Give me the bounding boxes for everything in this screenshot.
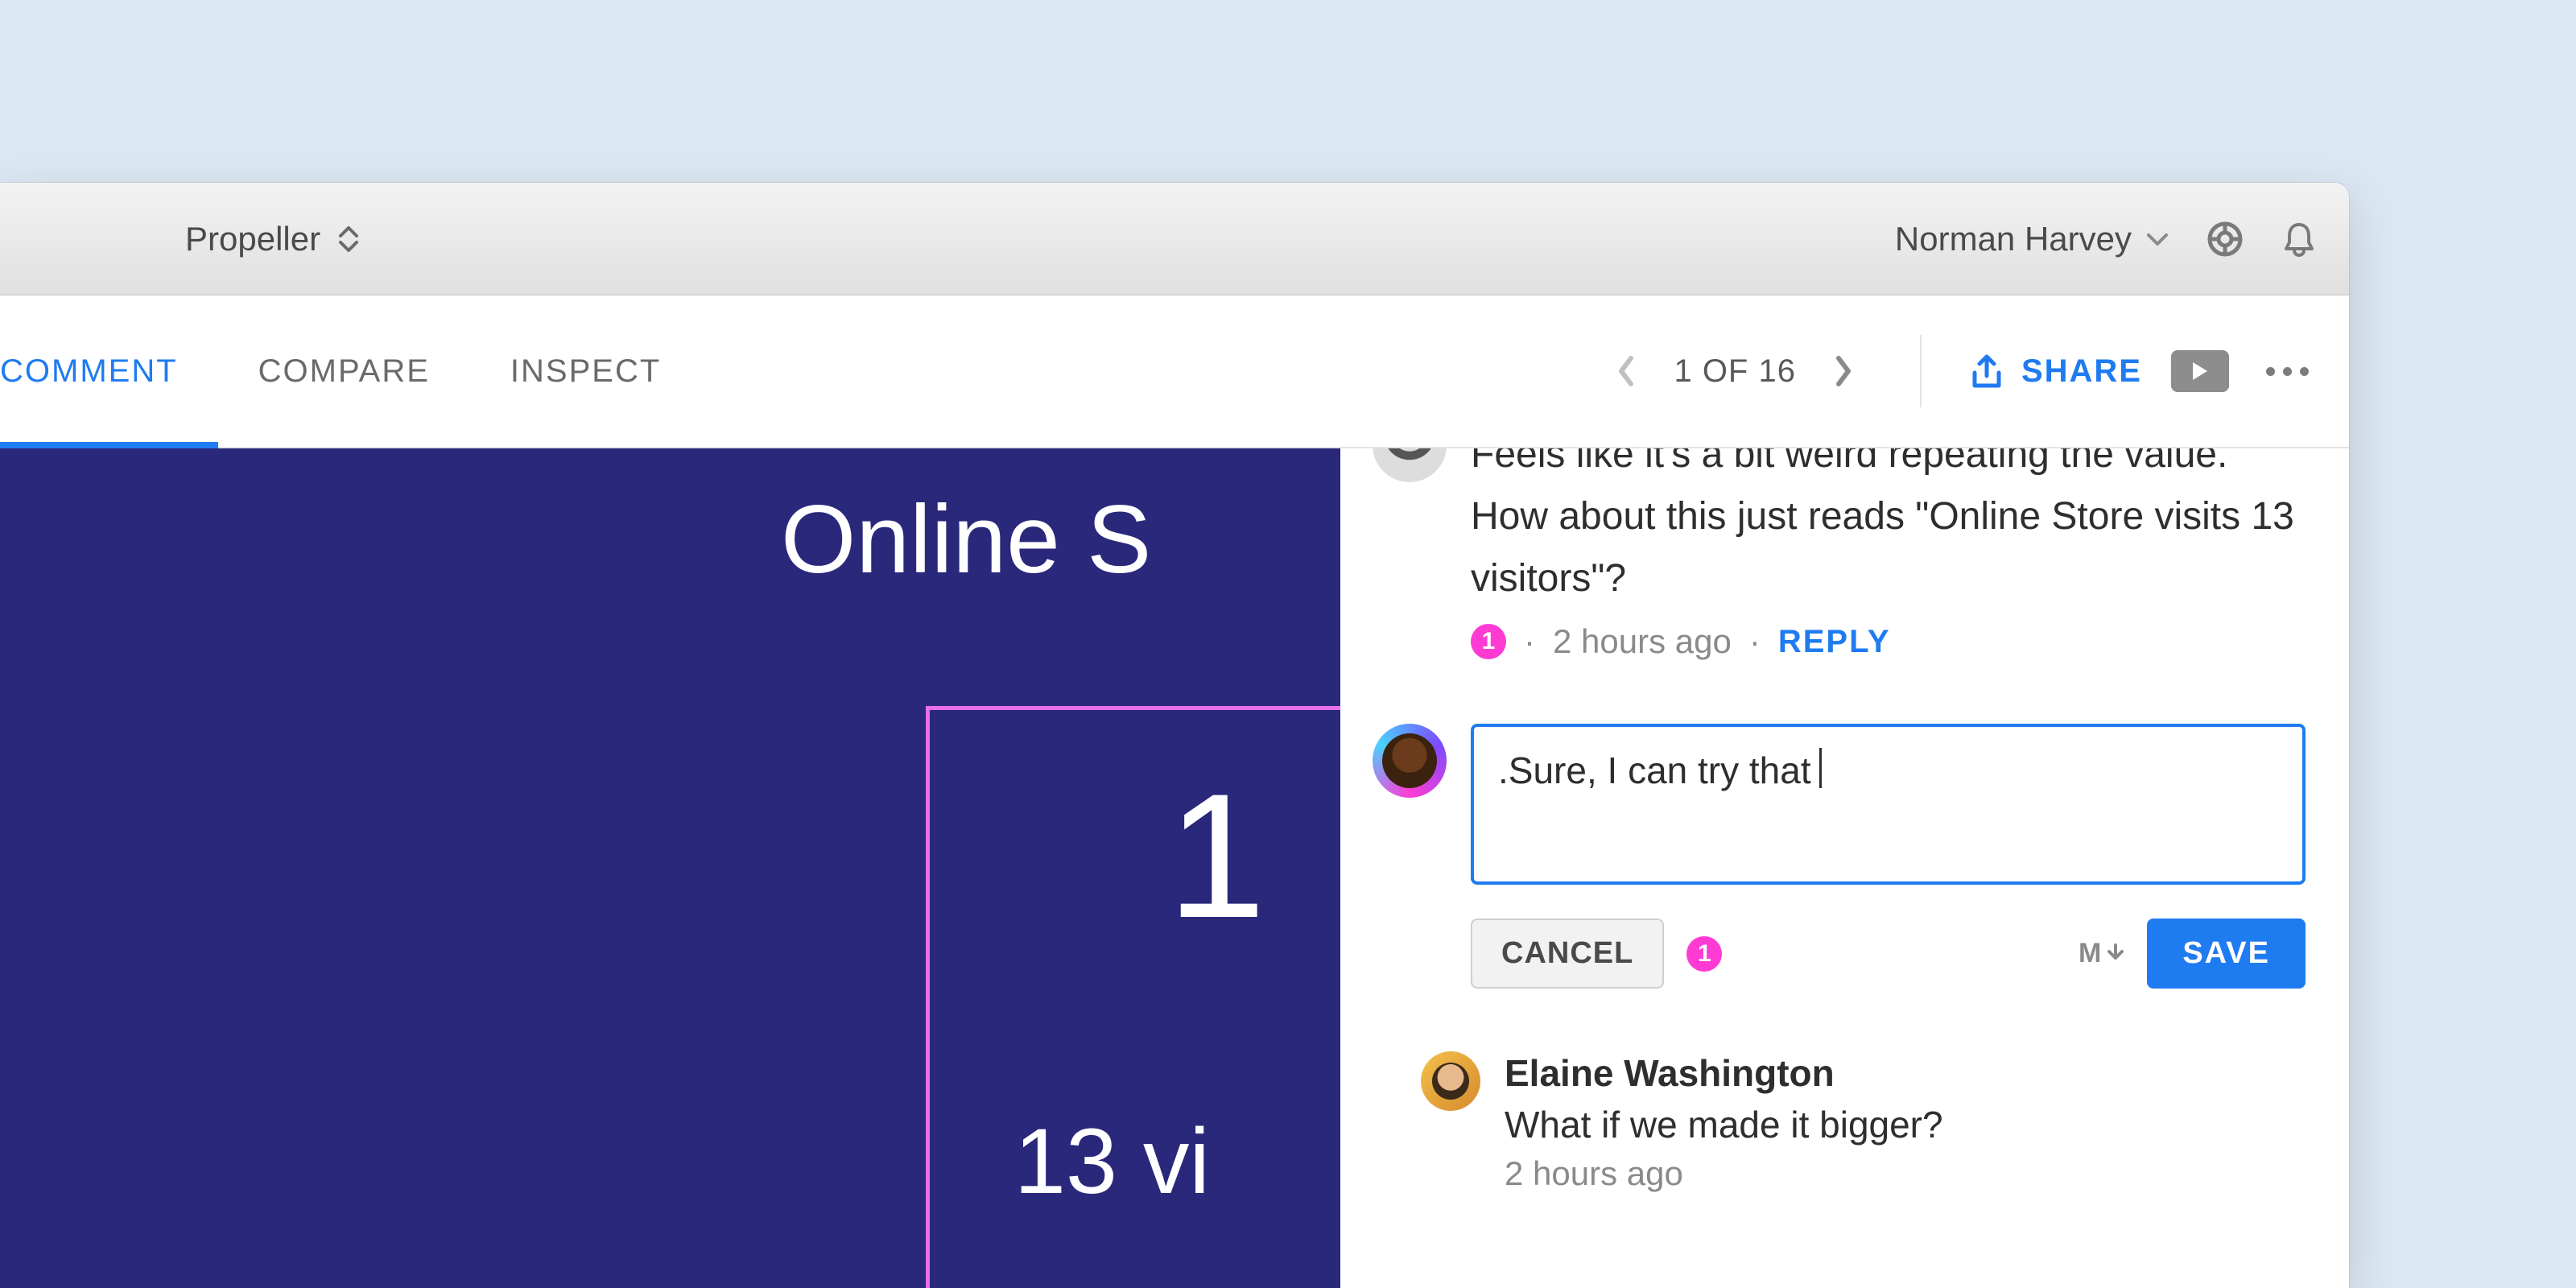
present-button[interactable]	[2171, 350, 2229, 392]
compose-input[interactable]: .Sure, I can try that	[1471, 724, 2306, 885]
tab-inspect-label: INSPECT	[510, 353, 661, 390]
toolbar-right: 1 OF 16 SHARE	[1598, 295, 2349, 447]
pager-text: 1 OF 16	[1674, 353, 1796, 390]
tab-compare[interactable]: COMPARE	[218, 295, 470, 447]
comment-time: 2 hours ago	[1505, 1154, 1943, 1193]
dot-icon	[2300, 367, 2309, 376]
compose-row: .Sure, I can try that	[1373, 724, 2306, 885]
titlebar: Propeller Norman Harvey	[0, 183, 2349, 295]
project-switcher[interactable]: Propeller	[185, 220, 359, 258]
comment-meta: 1 · 2 hours ago · REPLY	[1471, 622, 2306, 661]
share-button[interactable]: SHARE	[1970, 353, 2142, 390]
tabs: COMMENT COMPARE INSPECT	[0, 295, 701, 447]
markdown-label: M	[2079, 938, 2102, 969]
marker-badge[interactable]: 1	[1686, 936, 1722, 972]
dot-icon	[2266, 367, 2275, 376]
tab-comment[interactable]: COMMENT	[0, 295, 218, 447]
save-button[interactable]: SAVE	[2147, 919, 2306, 989]
main-area: Online S 1 13 vi Feels like it's a bit w…	[0, 448, 2349, 1288]
compose-text: .Sure, I can try that	[1498, 749, 1811, 791]
avatar	[1421, 1051, 1480, 1111]
pager-next[interactable]	[1823, 351, 1864, 391]
project-name: Propeller	[185, 220, 320, 258]
reply-link[interactable]: REPLY	[1778, 624, 1891, 660]
more-button[interactable]	[2258, 367, 2317, 376]
meta-separator: ·	[1524, 622, 1535, 661]
comment-time: 2 hours ago	[1553, 622, 1732, 661]
text-cursor	[1819, 748, 1822, 788]
share-label: SHARE	[2021, 353, 2142, 390]
tab-compare-label: COMPARE	[258, 353, 430, 390]
pager: 1 OF 16	[1598, 351, 1872, 391]
canvas-subtext: 13 vi	[1014, 1108, 1210, 1215]
avatar	[1373, 448, 1447, 482]
comment-text: What if we made it bigger?	[1505, 1103, 1943, 1146]
canvas-number: 1	[1167, 754, 1265, 958]
comment-body: Feels like it's a bit weird repeating th…	[1471, 448, 2306, 661]
markdown-icon[interactable]: M	[2079, 938, 2124, 969]
tab-inspect[interactable]: INSPECT	[470, 295, 701, 447]
divider	[1920, 335, 1922, 407]
play-icon	[2191, 361, 2209, 382]
comment-body: Elaine Washington What if we made it big…	[1505, 1051, 1943, 1193]
pager-prev[interactable]	[1606, 351, 1646, 391]
comment-thread-2: Elaine Washington What if we made it big…	[1421, 1051, 2306, 1193]
comment-thread-1: Feels like it's a bit weird repeating th…	[1373, 448, 2306, 661]
comments-panel: Feels like it's a bit weird repeating th…	[1340, 448, 2349, 1288]
cancel-button[interactable]: CANCEL	[1471, 919, 1664, 989]
share-icon	[1970, 353, 2004, 389]
titlebar-right: Norman Harvey	[1895, 220, 2317, 258]
chevron-down-icon	[2146, 232, 2169, 246]
bell-icon[interactable]	[2281, 221, 2317, 257]
arrow-down-icon	[2107, 943, 2124, 964]
avatar	[1373, 724, 1447, 798]
design-canvas[interactable]: Online S 1 13 vi	[0, 448, 1340, 1288]
compose-actions: CANCEL 1 M SAVE	[1471, 919, 2306, 989]
dot-icon	[2283, 367, 2292, 376]
sort-icon	[338, 225, 359, 253]
user-menu[interactable]: Norman Harvey	[1895, 220, 2169, 258]
canvas-heading: Online S	[781, 484, 1151, 595]
app-window: Propeller Norman Harvey	[0, 183, 2349, 1288]
help-icon[interactable]	[2207, 221, 2243, 257]
comment-text: Feels like it's a bit weird repeating th…	[1471, 448, 2306, 609]
tab-comment-label: COMMENT	[0, 353, 178, 390]
user-name: Norman Harvey	[1895, 220, 2132, 258]
marker-badge[interactable]: 1	[1471, 624, 1506, 659]
toolbar: COMMENT COMPARE INSPECT 1 OF 16 SHAR	[0, 295, 2349, 448]
meta-separator: ·	[1749, 622, 1761, 661]
commenter-name: Elaine Washington	[1505, 1051, 1943, 1095]
